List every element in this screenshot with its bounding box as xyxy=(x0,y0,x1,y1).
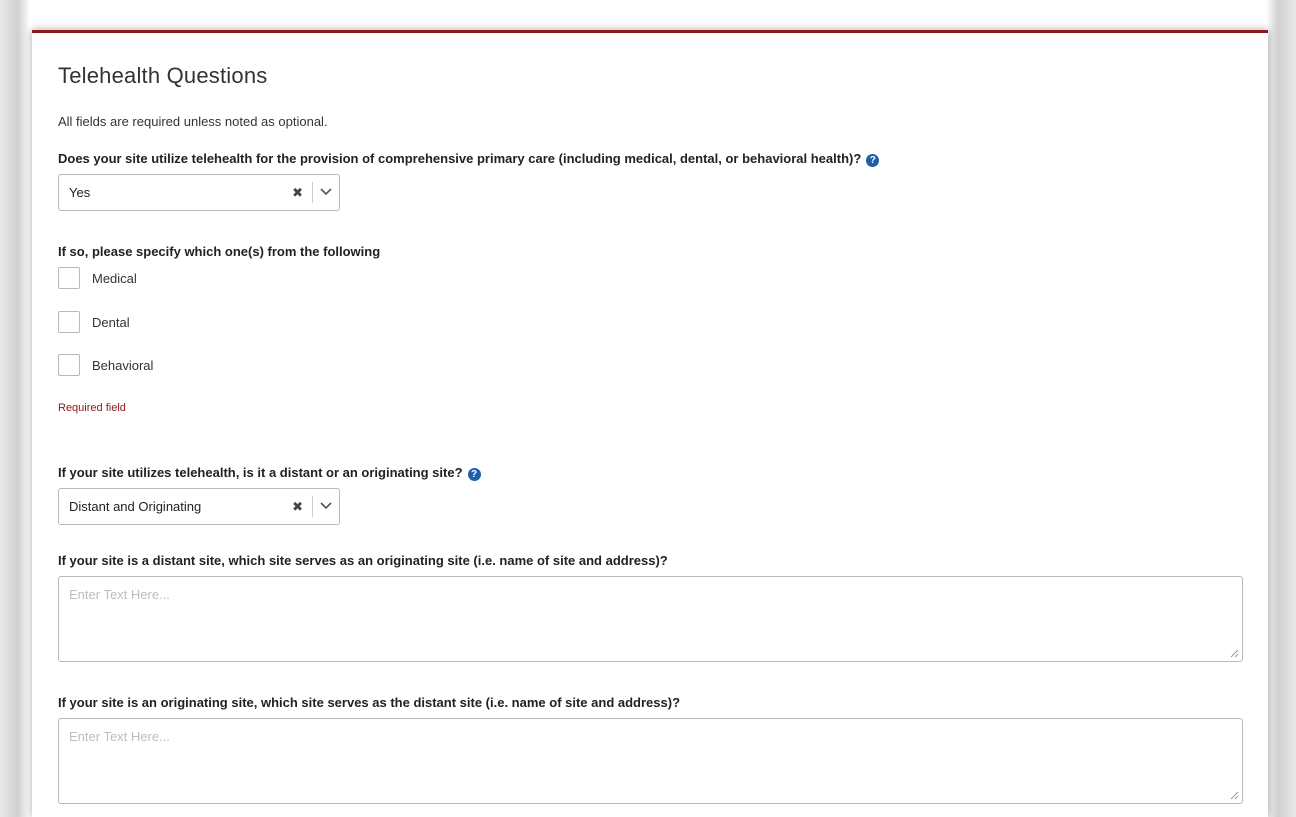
help-icon[interactable]: ? xyxy=(866,154,880,167)
originating-site-textarea[interactable] xyxy=(58,576,1243,662)
clear-icon[interactable]: ✖ xyxy=(292,175,303,210)
telehealth-panel: Telehealth Questions All fields are requ… xyxy=(32,30,1268,817)
required-field-error: Required field xyxy=(58,402,126,414)
clear-icon[interactable]: ✖ xyxy=(292,489,303,524)
checkbox-option-dental[interactable]: Dental xyxy=(58,310,130,334)
chevron-down-icon[interactable] xyxy=(319,183,333,201)
checkbox-label-behavioral: Behavioral xyxy=(92,357,154,373)
page-title: Telehealth Questions xyxy=(58,63,268,88)
telehealth-usage-select[interactable]: Yes ✖ xyxy=(58,174,340,211)
resize-handle-icon[interactable] xyxy=(1229,648,1239,658)
q1-label: Does your site utilize telehealth for th… xyxy=(58,151,880,167)
q2-label: If so, please specify which one(s) from … xyxy=(58,244,381,259)
help-icon[interactable]: ? xyxy=(467,468,481,481)
q3-label: If your site utilizes telehealth, is it … xyxy=(58,465,481,481)
checkbox-dental[interactable] xyxy=(58,311,80,333)
q1-label-text: Does your site utilize telehealth for th… xyxy=(58,151,862,166)
checkbox-label-dental: Dental xyxy=(92,314,130,330)
chevron-down-icon[interactable] xyxy=(319,497,333,515)
checkbox-option-behavioral[interactable]: Behavioral xyxy=(58,353,153,377)
q4-label: If your site is a distant site, which si… xyxy=(58,553,668,568)
q5-label: If your site is an originating site, whi… xyxy=(58,695,681,710)
checkbox-behavioral[interactable] xyxy=(58,354,80,376)
select-divider xyxy=(312,496,313,517)
checkbox-medical[interactable] xyxy=(58,267,80,289)
checkbox-label-medical: Medical xyxy=(92,270,137,286)
distant-site-textarea[interactable] xyxy=(58,718,1243,804)
select-divider xyxy=(312,182,313,203)
checkbox-option-medical[interactable]: Medical xyxy=(58,266,137,290)
select-value: Yes xyxy=(69,185,91,200)
site-type-select[interactable]: Distant and Originating ✖ xyxy=(58,488,340,525)
resize-handle-icon[interactable] xyxy=(1229,790,1239,800)
select-value: Distant and Originating xyxy=(69,499,202,514)
required-note: All fields are required unless noted as … xyxy=(58,114,328,129)
q3-label-text: If your site utilizes telehealth, is it … xyxy=(58,465,463,480)
